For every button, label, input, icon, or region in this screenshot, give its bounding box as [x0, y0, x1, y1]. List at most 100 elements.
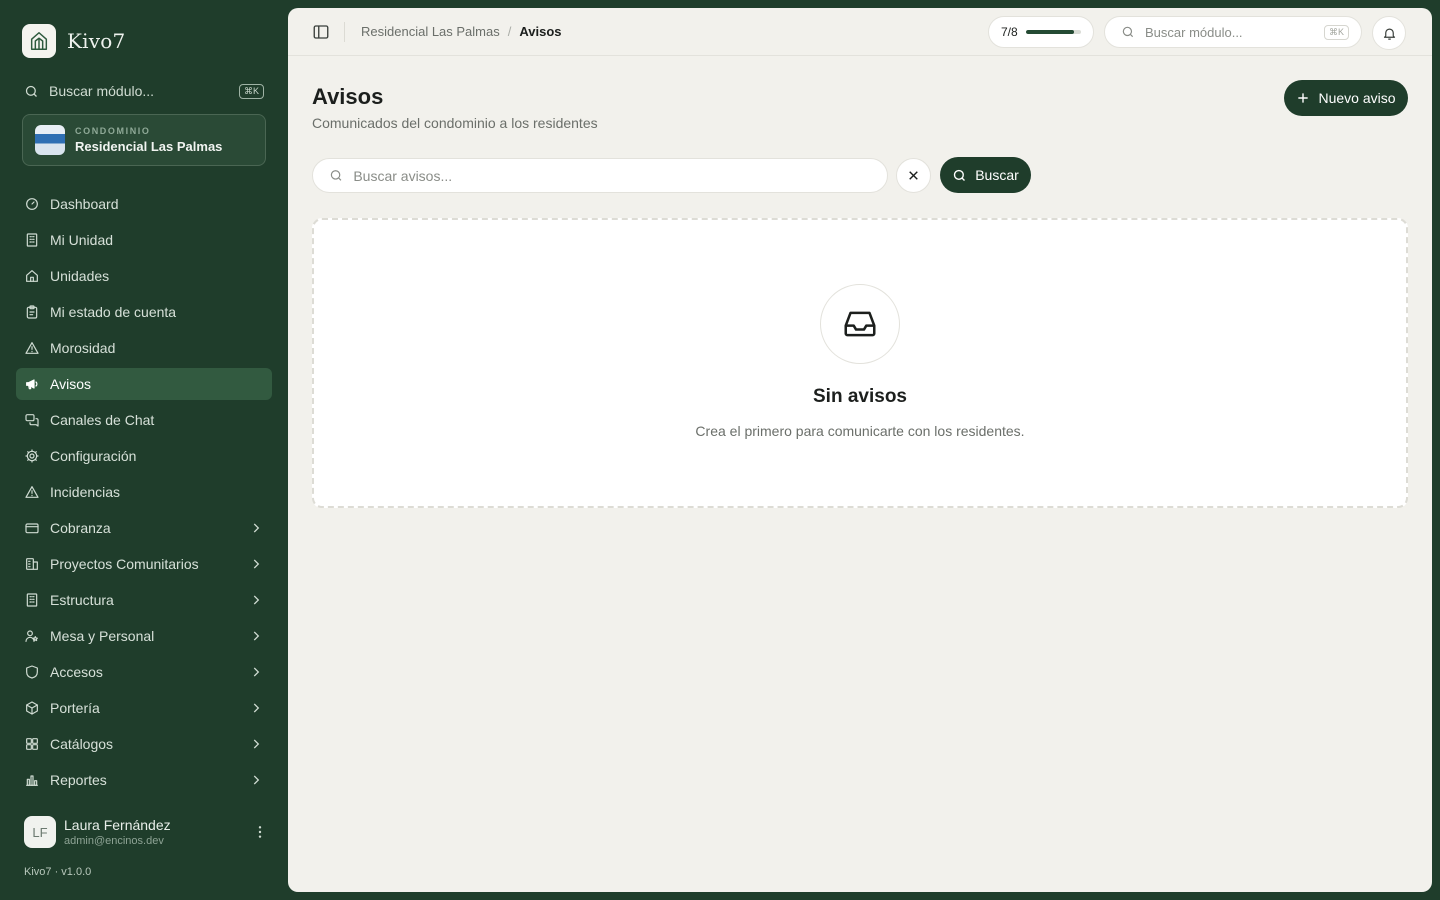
sidebar-item-cobranza[interactable]: Cobranza [16, 512, 272, 544]
sidebar-item-label: Catálogos [50, 736, 114, 752]
empty-state-text: Crea el primero para comunicarte con los… [695, 423, 1025, 439]
inbox-icon [820, 284, 900, 364]
sidebar-item-label: Accesos [50, 664, 103, 680]
clipboard-icon [26, 305, 38, 319]
card-icon [25, 523, 39, 534]
more-vertical-icon[interactable] [252, 824, 268, 840]
warning-icon [25, 486, 39, 498]
progress-label: 7/8 [1001, 25, 1018, 39]
sidebar-item-mi-estado-de-cuenta[interactable]: Mi estado de cuenta [16, 296, 272, 328]
sidebar-search[interactable]: Buscar módulo... ⌘K [24, 80, 264, 102]
new-notice-button[interactable]: Nuevo aviso [1284, 80, 1408, 116]
clear-search-button[interactable] [896, 158, 931, 193]
empty-state: Sin avisos Crea el primero para comunica… [312, 218, 1408, 508]
chat-icon [25, 414, 39, 427]
sidebar-item-dashboard[interactable]: Dashboard [16, 188, 272, 220]
sidebar-item-canales-de-chat[interactable]: Canales de Chat [16, 404, 272, 436]
shortcut-badge: ⌘K [1323, 24, 1349, 40]
condo-thumbnail [35, 125, 65, 155]
condo-kicker: CONDOMINIO [75, 126, 151, 136]
chevron-right-icon [253, 703, 260, 713]
project-icon [26, 558, 38, 570]
plus-icon [1298, 93, 1309, 103]
sidebar-item-label: Proyectos Comunitarios [50, 556, 199, 572]
sidebar-item-label: Reportes [50, 772, 107, 788]
sidebar-item-configuración[interactable]: Configuración [16, 440, 272, 472]
warning-icon [25, 342, 39, 354]
chevron-right-icon [253, 595, 260, 605]
sidebar-item-label: Mi estado de cuenta [50, 304, 177, 320]
kivo7-logo-icon [22, 24, 56, 58]
sidebar-toggle-icon[interactable] [312, 23, 330, 41]
shortcut-badge: ⌘K [238, 83, 264, 99]
search-icon [25, 85, 37, 97]
sidebar-item-incidencias[interactable]: Incidencias [16, 476, 272, 508]
condo-selector[interactable]: CONDOMINIO Residencial Las Palmas [22, 114, 266, 166]
avatar: LF [24, 816, 56, 848]
main-panel: Residencial Las Palmas / Avisos 7/8 Busc… [288, 8, 1432, 892]
sidebar-item-proyectos-comunitarios[interactable]: Proyectos Comunitarios [16, 548, 272, 580]
sidebar-item-unidades[interactable]: Unidades [16, 260, 272, 292]
topbar-divider [344, 22, 345, 42]
sidebar-item-label: Dashboard [50, 196, 119, 212]
sidebar-item-portería[interactable]: Portería [16, 692, 272, 724]
chevron-right-icon [253, 523, 260, 533]
sidebar-item-label: Portería [50, 700, 100, 716]
new-notice-label: Nuevo aviso [1318, 90, 1396, 106]
sidebar-item-accesos[interactable]: Accesos [16, 656, 272, 688]
sidebar: Kivo7 Buscar módulo... ⌘K CONDOMINIO Res… [0, 0, 288, 900]
module-search[interactable]: Buscar módulo... ⌘K [1104, 16, 1362, 48]
sidebar-item-label: Avisos [50, 376, 91, 392]
user-email: admin@encinos.dev [64, 835, 164, 847]
chevron-right-icon [253, 631, 260, 641]
chevron-right-icon [253, 739, 260, 749]
sidebar-item-label: Incidencias [50, 484, 121, 500]
gauge-icon [26, 198, 38, 210]
sidebar-item-label: Configuración [50, 448, 137, 464]
sidebar-item-label: Cobranza [50, 520, 111, 536]
notice-search-input[interactable] [353, 167, 871, 184]
sidebar-item-reportes[interactable]: Reportes [16, 764, 272, 796]
staff-icon [25, 630, 38, 642]
chevron-right-icon [253, 667, 260, 677]
notifications-button[interactable] [1372, 16, 1406, 50]
breadcrumb-condo[interactable]: Residencial Las Palmas [361, 24, 500, 39]
sidebar-item-avisos[interactable]: Avisos [16, 368, 272, 400]
search-button[interactable]: Buscar [940, 157, 1031, 193]
chevron-right-icon [253, 775, 260, 785]
sidebar-item-catálogos[interactable]: Catálogos [16, 728, 272, 760]
sidebar-item-label: Canales de Chat [50, 412, 155, 428]
gear-icon [25, 449, 39, 463]
module-search-placeholder: Buscar módulo... [1145, 24, 1243, 40]
close-icon [909, 171, 918, 180]
chevron-right-icon [253, 559, 260, 569]
building-icon [26, 593, 38, 607]
sidebar-item-label: Morosidad [50, 340, 116, 356]
sidebar-item-label: Mi Unidad [50, 232, 114, 248]
megaphone-icon [26, 379, 38, 390]
sidebar-item-estructura[interactable]: Estructura [16, 584, 272, 616]
brand[interactable]: Kivo7 [22, 24, 125, 58]
notice-search-box [312, 158, 888, 193]
topbar: Residencial Las Palmas / Avisos 7/8 Busc… [288, 8, 1432, 56]
building-icon [26, 233, 38, 247]
sidebar-item-morosidad[interactable]: Morosidad [16, 332, 272, 364]
app-version: Kivo7 · v1.0.0 [24, 866, 92, 878]
breadcrumb-separator: / [507, 24, 512, 39]
user-profile[interactable]: LF Laura Fernández admin@encinos.dev [24, 816, 268, 848]
user-name: Laura Fernández [64, 817, 171, 833]
bar-chart-icon [26, 775, 38, 786]
page-title: Avisos [312, 84, 384, 109]
search-icon [954, 169, 966, 181]
progress-track [1025, 30, 1081, 34]
condo-name: Residencial Las Palmas [75, 139, 223, 154]
setup-progress[interactable]: 7/8 [988, 16, 1094, 48]
box-icon [26, 701, 38, 715]
shield-icon [26, 665, 38, 679]
progress-fill [1025, 30, 1075, 34]
sidebar-item-mi-unidad[interactable]: Mi Unidad [16, 224, 272, 256]
grid-icon [26, 738, 38, 750]
breadcrumb: Residencial Las Palmas / Avisos [361, 24, 562, 39]
sidebar-item-mesa-y-personal[interactable]: Mesa y Personal [16, 620, 272, 652]
sidebar-item-label: Mesa y Personal [50, 628, 155, 644]
